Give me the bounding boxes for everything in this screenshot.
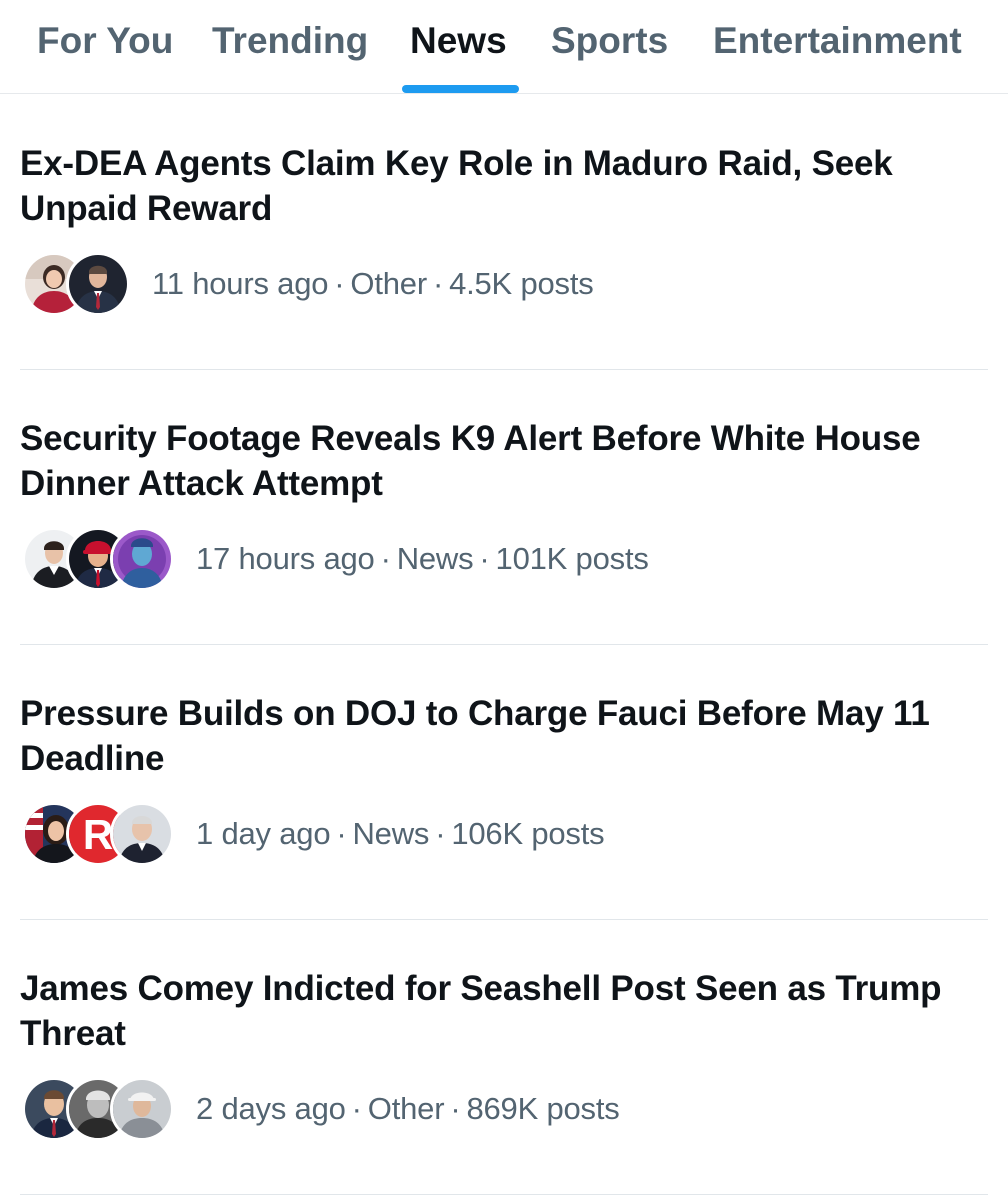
avatar (66, 252, 130, 316)
meta-separator: · (435, 816, 446, 851)
meta-separator: · (334, 266, 345, 301)
avatar (110, 802, 174, 866)
logo-letter: R (83, 811, 113, 858)
story-headline: Security Footage Reveals K9 Alert Before… (20, 419, 921, 503)
story-post-count: 4.5K posts (449, 266, 594, 301)
story-category: News (396, 541, 474, 576)
divider (20, 1194, 988, 1195)
story-meta: 2 days ago · Other · 869K posts (196, 1091, 620, 1127)
story-headline: Ex-DEA Agents Claim Key Role in Maduro R… (20, 144, 893, 228)
story-meta: 17 hours ago · News · 101K posts (196, 541, 649, 577)
story-category: News (352, 816, 430, 851)
active-tab-indicator (402, 85, 519, 93)
avatar-stack: R (22, 801, 174, 867)
meta-separator: · (450, 1091, 461, 1126)
avatar (110, 527, 174, 591)
avatar-stack (22, 1076, 174, 1142)
story-headline: James Comey Indicted for Seashell Post S… (20, 969, 942, 1053)
story-post-count: 101K posts (495, 541, 649, 576)
story-meta-row: R 1 day ago · News · 106K posts (22, 801, 605, 867)
explore-tab-bar: For You Trending News Sports Entertainme… (0, 0, 1008, 94)
news-story[interactable]: James Comey Indicted for Seashell Post S… (0, 920, 1008, 1195)
news-story[interactable]: Pressure Builds on DOJ to Charge Fauci B… (0, 645, 1008, 920)
avatar-stack (22, 526, 174, 592)
story-meta-row: 2 days ago · Other · 869K posts (22, 1076, 620, 1142)
tab-entertainment[interactable]: Entertainment (713, 0, 962, 94)
avatar-stack (22, 251, 130, 317)
story-time: 1 day ago (196, 816, 331, 851)
meta-separator: · (380, 541, 391, 576)
tab-sports[interactable]: Sports (551, 0, 668, 94)
story-post-count: 106K posts (451, 816, 605, 851)
story-time: 2 days ago (196, 1091, 346, 1126)
story-meta-row: 11 hours ago · Other · 4.5K posts (22, 251, 594, 317)
story-category: Other (367, 1091, 445, 1126)
news-story[interactable]: Ex-DEA Agents Claim Key Role in Maduro R… (0, 95, 1008, 370)
story-meta-row: 17 hours ago · News · 101K posts (22, 526, 649, 592)
story-category: Other (350, 266, 427, 301)
news-story[interactable]: Security Footage Reveals K9 Alert Before… (0, 370, 1008, 645)
story-headline: Pressure Builds on DOJ to Charge Fauci B… (20, 694, 930, 778)
meta-separator: · (351, 1091, 362, 1126)
meta-separator: · (479, 541, 490, 576)
tab-for-you[interactable]: For You (37, 0, 173, 94)
tab-news[interactable]: News (410, 0, 507, 94)
avatar (110, 1077, 174, 1141)
story-post-count: 869K posts (466, 1091, 620, 1126)
meta-separator: · (336, 816, 347, 851)
story-meta: 11 hours ago · Other · 4.5K posts (152, 266, 594, 302)
meta-separator: · (432, 266, 444, 301)
story-time: 11 hours ago (152, 266, 329, 301)
tab-trending[interactable]: Trending (212, 0, 368, 94)
story-meta: 1 day ago · News · 106K posts (196, 816, 605, 852)
story-time: 17 hours ago (196, 541, 375, 576)
